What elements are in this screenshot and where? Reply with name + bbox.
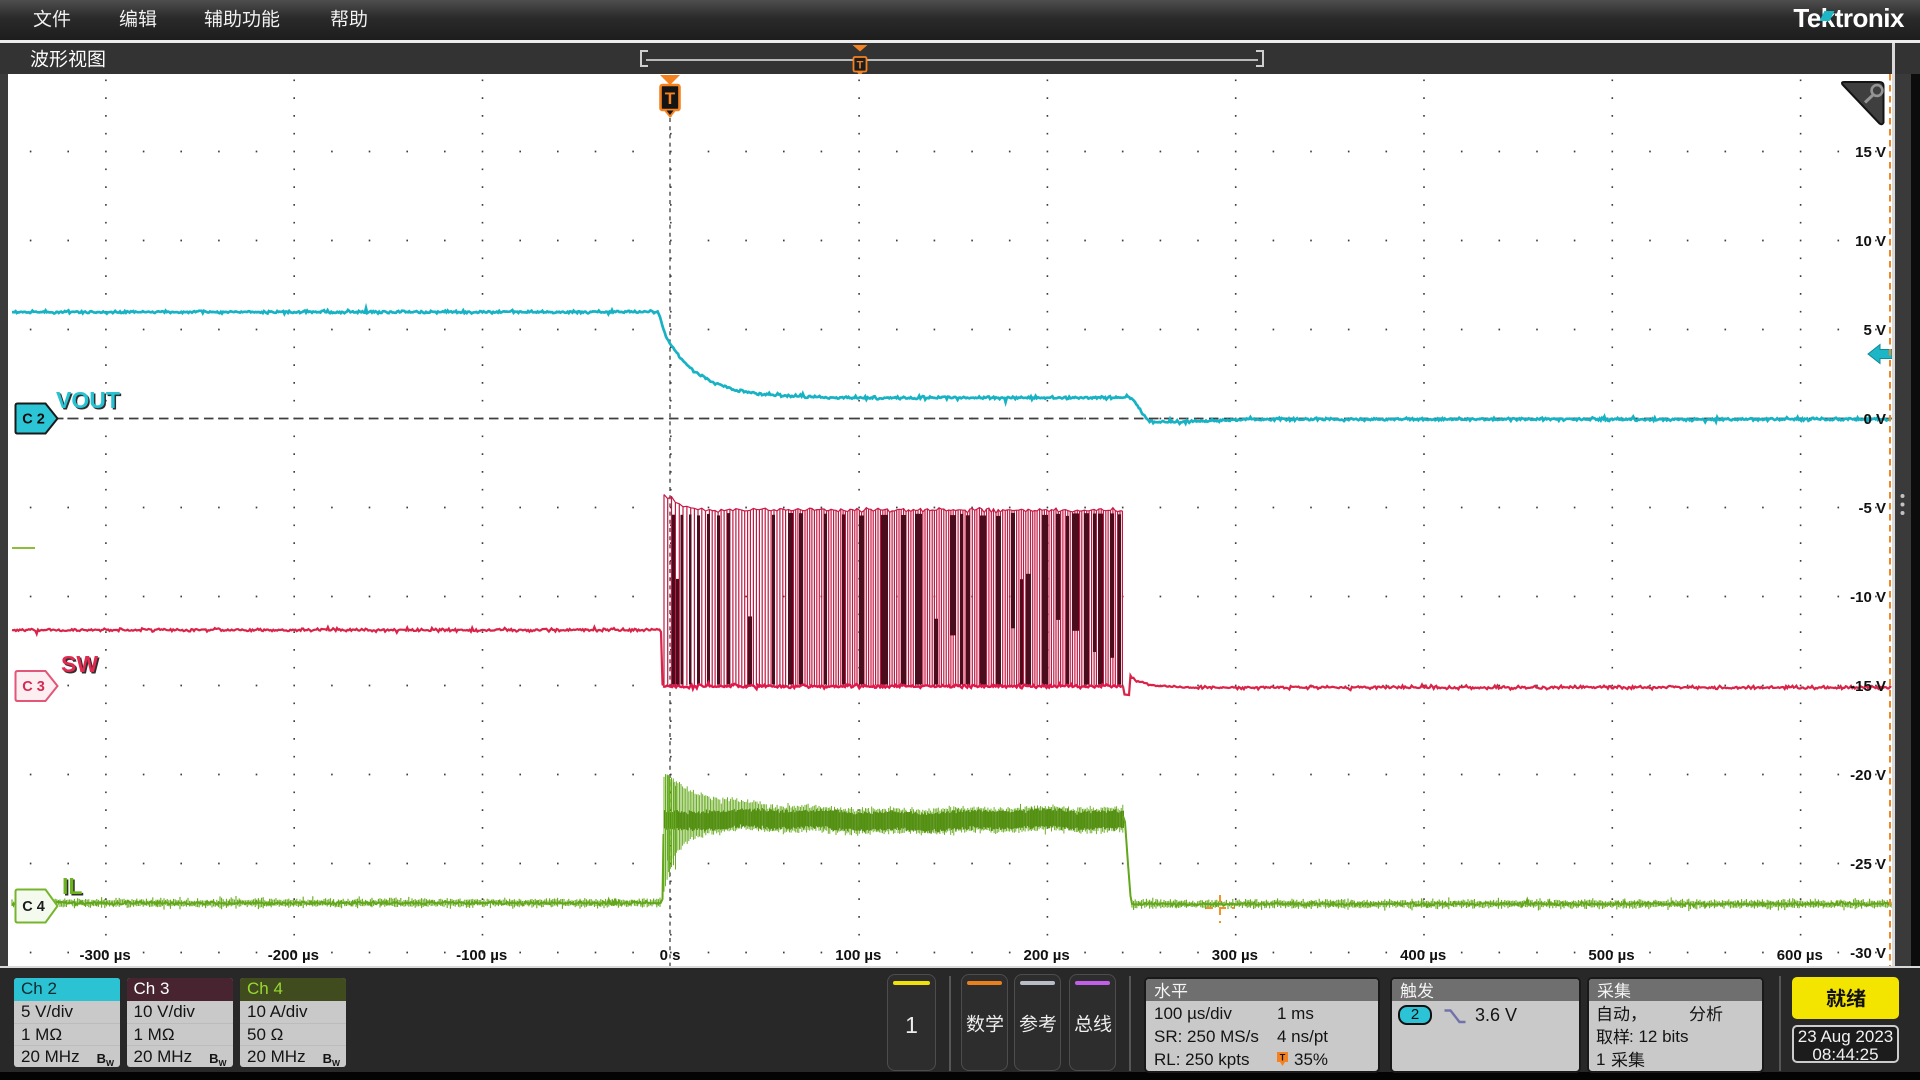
svg-text:-100 µs: -100 µs <box>456 947 507 964</box>
svg-text:-10 V: -10 V <box>1850 589 1886 606</box>
svg-text:C 4: C 4 <box>22 899 45 915</box>
svg-text:T: T <box>1280 1053 1286 1063</box>
svg-text:600 µs: 600 µs <box>1777 947 1823 964</box>
svg-text:300 µs: 300 µs <box>1212 947 1258 964</box>
svg-text:C 3: C 3 <box>22 679 45 695</box>
svg-text:IL: IL <box>62 873 82 899</box>
svg-text:100 µs: 100 µs <box>835 947 881 964</box>
svg-text:5 V: 5 V <box>1863 322 1886 339</box>
svg-text:-200 µs: -200 µs <box>268 947 319 964</box>
svg-text:0 V: 0 V <box>1863 411 1886 428</box>
svg-text:T: T <box>857 60 864 72</box>
svg-text:-5 V: -5 V <box>1858 500 1886 517</box>
svg-text:-25 V: -25 V <box>1850 856 1886 873</box>
svg-text:10 V: 10 V <box>1855 233 1886 250</box>
svg-text:SW: SW <box>61 651 98 677</box>
svg-text:200 µs: 200 µs <box>1024 947 1070 964</box>
svg-text:VOUT: VOUT <box>56 387 120 413</box>
svg-text:500 µs: 500 µs <box>1588 947 1634 964</box>
svg-text:T: T <box>665 89 676 108</box>
svg-text:0 s: 0 s <box>660 947 681 964</box>
svg-text:15 V: 15 V <box>1855 144 1886 161</box>
svg-text:-30 V: -30 V <box>1850 945 1886 962</box>
svg-text:-20 V: -20 V <box>1850 767 1886 784</box>
svg-text:C 2: C 2 <box>22 412 45 428</box>
svg-text:-300 µs: -300 µs <box>80 947 131 964</box>
svg-text:-15 V: -15 V <box>1850 678 1886 695</box>
svg-text:400 µs: 400 µs <box>1400 947 1446 964</box>
